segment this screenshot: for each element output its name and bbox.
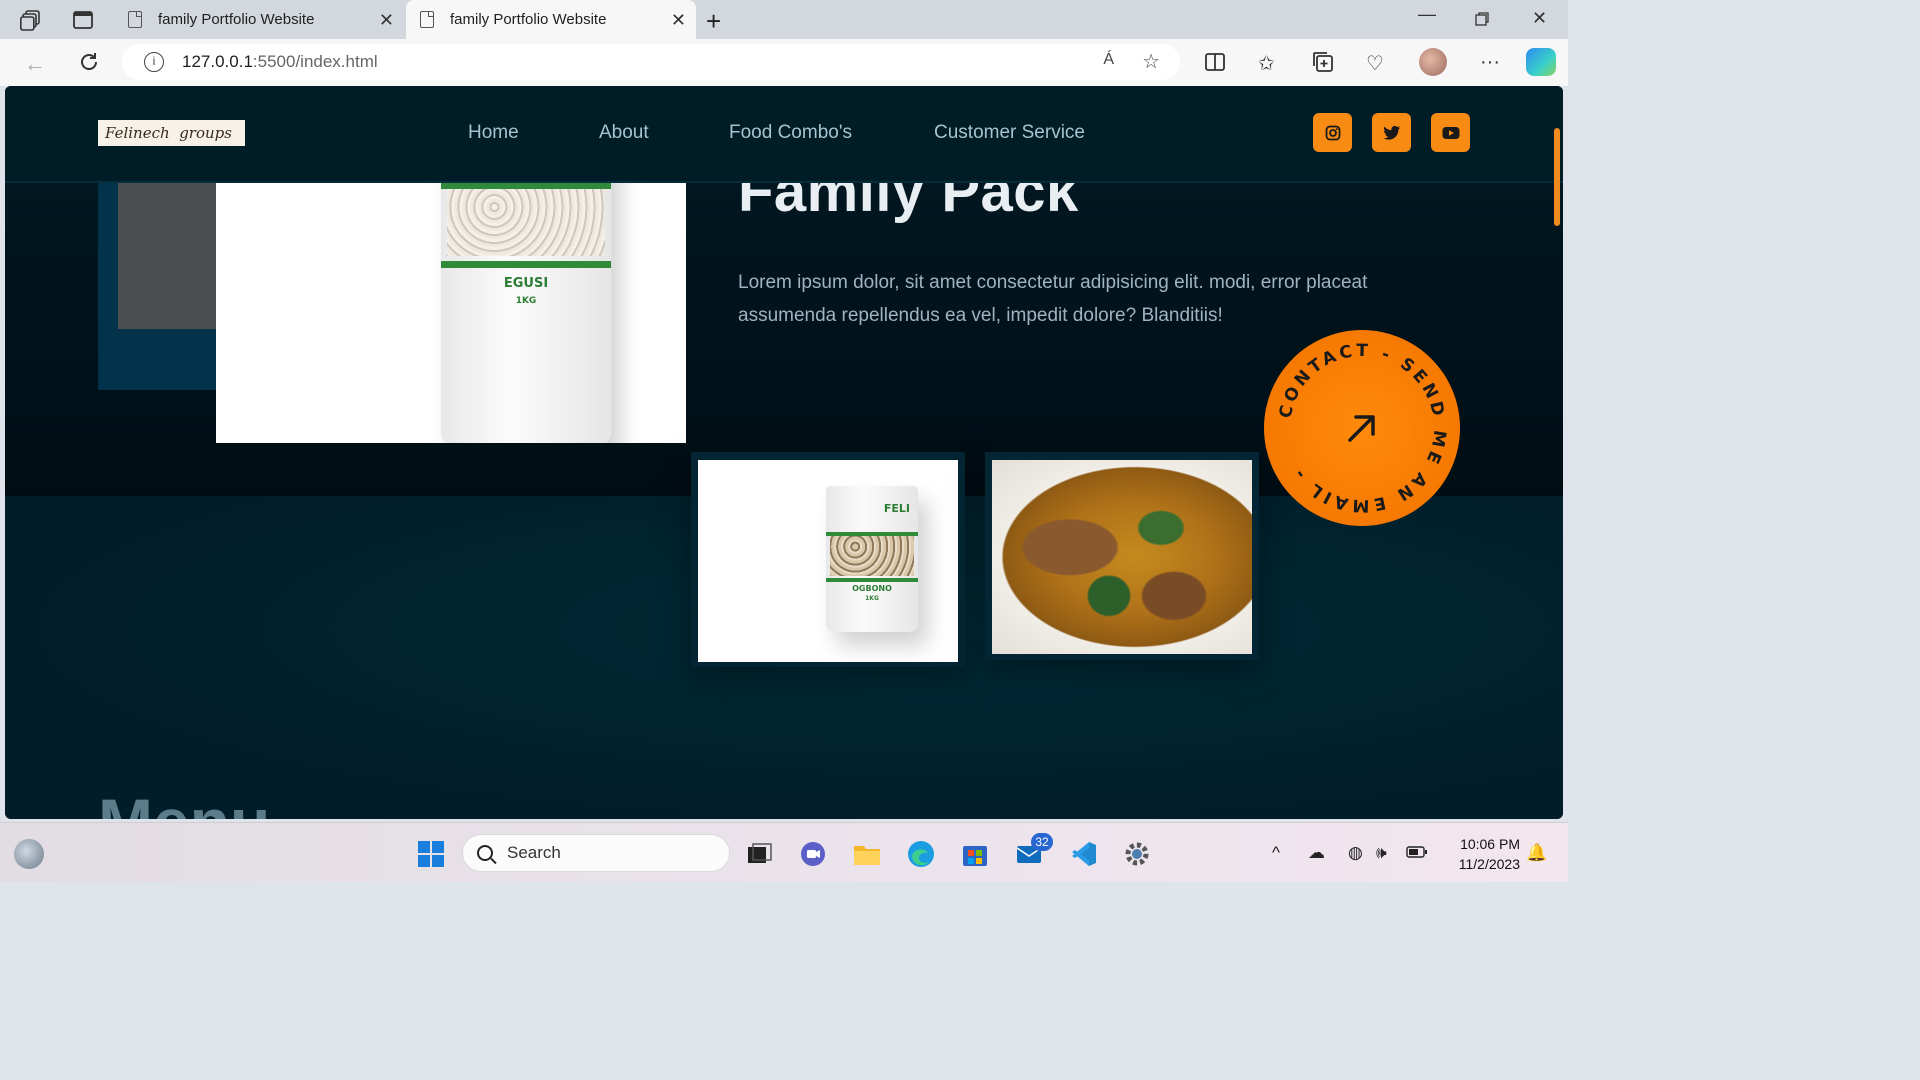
close-tab-icon[interactable]: ✕	[671, 10, 686, 31]
more-options-icon[interactable]: ···	[1480, 51, 1500, 74]
page-scrollbar[interactable]	[1554, 128, 1560, 226]
youtube-icon[interactable]	[1431, 113, 1470, 152]
minimize-icon[interactable]: —	[1418, 4, 1436, 25]
browser-tab-bar: family Portfolio Website ✕ family Portfo…	[0, 0, 1568, 39]
arrow-up-right-icon	[1348, 415, 1375, 442]
file-explorer-icon[interactable]	[852, 839, 882, 869]
page-icon	[128, 11, 142, 28]
page-viewport: EGUSI 1KG Family Pack Lorem ipsum dolor,…	[5, 86, 1563, 819]
ogbono-pack: FELI OGBONO 1KG	[826, 486, 918, 632]
pack-weight: 1KG	[865, 595, 879, 602]
tab-1[interactable]: family Portfolio Website ✕	[114, 0, 404, 39]
nav-food-combos[interactable]: Food Combo's	[729, 122, 852, 144]
url-path: :5500/index.html	[252, 52, 378, 71]
vscode-icon[interactable]	[1068, 839, 1098, 869]
menu-section-title: Menu	[98, 784, 270, 819]
close-window-icon[interactable]: ✕	[1532, 8, 1547, 29]
url-host: 127.0.0.1	[182, 52, 253, 71]
hero-text: Lorem ipsum dolor, sit amet consectetur …	[738, 272, 1368, 326]
back-icon[interactable]: ←	[24, 51, 46, 77]
volume-icon[interactable]: 🕪	[1376, 843, 1387, 863]
nav-about[interactable]: About	[599, 122, 649, 144]
read-aloud-icon[interactable]: Á	[1103, 51, 1114, 69]
windows-start-icon[interactable]	[416, 839, 446, 869]
thumbnail-egusi-soup[interactable]	[985, 452, 1259, 660]
address-toolbar: ← i 127.0.0.1:5500/index.html Á ☆ ✩ ♡ ·…	[0, 39, 1568, 86]
close-tab-icon[interactable]: ✕	[379, 10, 394, 31]
microsoft-store-icon[interactable]	[960, 839, 990, 869]
refresh-icon[interactable]	[78, 51, 100, 73]
teams-chat-icon[interactable]	[798, 839, 828, 869]
pack-label: EGUSI	[503, 276, 549, 291]
collections-icon[interactable]	[1312, 51, 1334, 73]
clock-date: 11/2/2023	[1458, 856, 1520, 872]
address-field[interactable]: i 127.0.0.1:5500/index.html Á ☆	[122, 44, 1180, 80]
task-view-icon[interactable]	[744, 839, 774, 869]
soup-image	[992, 460, 1252, 654]
workspaces-icon[interactable]	[20, 9, 42, 31]
restore-icon[interactable]	[1475, 12, 1489, 26]
settings-gear-icon[interactable]	[1122, 839, 1152, 869]
tab-actions-icon[interactable]	[72, 9, 94, 31]
browser-essentials-icon[interactable]: ♡	[1366, 51, 1384, 76]
system-clock[interactable]: 10:06 PM 11/2/2023	[1440, 834, 1520, 874]
site-header: Felinech groups Home About Food Combo's …	[5, 86, 1563, 183]
network-globe-icon[interactable]: ◍	[1348, 843, 1363, 863]
new-tab-icon[interactable]: +	[706, 6, 721, 37]
tray-overflow-icon[interactable]: ^	[1272, 843, 1280, 863]
page-icon	[420, 11, 434, 28]
taskbar-search[interactable]: Search	[462, 834, 730, 872]
edge-browser-icon[interactable]	[906, 839, 936, 869]
egusi-pack: EGUSI 1KG	[441, 176, 611, 443]
clock-time: 10:06 PM	[1460, 836, 1520, 852]
pack-brand: FELI	[883, 502, 910, 515]
copilot-icon[interactable]	[1526, 48, 1556, 76]
mail-unread-badge: 32	[1031, 833, 1053, 851]
favorite-star-icon[interactable]: ☆	[1142, 49, 1160, 74]
notifications-icon[interactable]: 🔔	[1526, 843, 1547, 863]
onedrive-icon[interactable]: ☁	[1308, 843, 1325, 863]
pack-label: OGBONO	[852, 584, 892, 593]
nav-customer-service[interactable]: Customer Service	[934, 122, 1085, 144]
profile-avatar[interactable]	[1419, 48, 1447, 76]
twitter-icon[interactable]	[1372, 113, 1411, 152]
site-info-icon[interactable]: i	[144, 52, 164, 72]
hero-product-image: EGUSI 1KG	[216, 176, 686, 443]
contact-email-badge[interactable]: CONTACT - SEND ME AN EMAIL -	[1264, 330, 1460, 526]
pack-weight: 1KG	[515, 296, 537, 306]
tab-2-active[interactable]: family Portfolio Website ✕	[406, 0, 696, 39]
battery-icon[interactable]	[1406, 845, 1428, 859]
tab-title: family Portfolio Website	[158, 11, 315, 28]
windows-taskbar: Search 32 ^ ☁ ◍ 🕪 10:06 PM 11/2/2023 🔔	[0, 822, 1568, 882]
thumbnail-ogbono[interactable]: FELI OGBONO 1KG	[691, 452, 965, 667]
split-screen-icon[interactable]	[1204, 51, 1226, 73]
search-placeholder: Search	[507, 843, 561, 862]
favorites-icon[interactable]: ✩	[1258, 51, 1275, 76]
weather-widget-icon[interactable]	[14, 839, 44, 869]
site-logo[interactable]: Felinech groups	[98, 120, 245, 146]
nav-home[interactable]: Home	[468, 122, 519, 144]
instagram-icon[interactable]	[1313, 113, 1352, 152]
tab-title: family Portfolio Website	[450, 11, 607, 28]
search-icon	[477, 845, 493, 861]
